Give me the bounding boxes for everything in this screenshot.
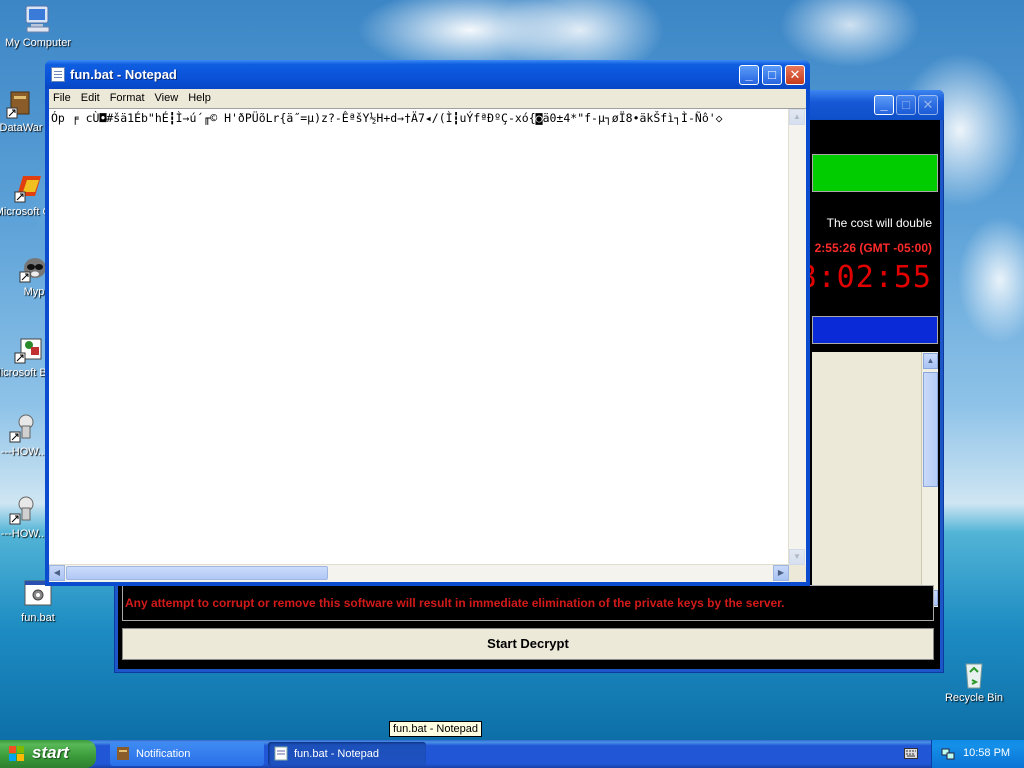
computer-icon	[22, 3, 54, 35]
menu-help[interactable]: Help	[184, 89, 217, 104]
tooltip: fun.bat - Notepad	[389, 721, 483, 737]
visual-basic-icon	[13, 333, 45, 365]
info-text-panel: ▲ ▼	[812, 352, 938, 607]
scroll-thumb[interactable]	[923, 372, 938, 487]
clock[interactable]: 10:58 PM	[963, 747, 1010, 759]
text-editor[interactable]: Óp ╒ cÙ◘#šä1Éb"hÉ┇Ì→ú´╓© H'ðPÜõLr{ä˝=µ)z…	[49, 108, 806, 582]
help-document-icon	[8, 412, 40, 444]
notepad-icon	[51, 67, 65, 82]
scroll-up-icon[interactable]: ▲	[789, 109, 805, 125]
taskbar-item-notepad[interactable]: fun.bat - Notepad	[268, 742, 426, 766]
menu-format[interactable]: Format	[106, 89, 151, 104]
recycle-bin-icon	[958, 658, 990, 690]
notepad-window[interactable]: fun.bat - Notepad _ □ ✕ File Edit Format Vi…	[45, 60, 810, 586]
notepad-icon	[274, 746, 288, 761]
desktop-icon-recycle-bin[interactable]: Recycle Bin	[936, 658, 1012, 705]
editor-content[interactable]: Óp ╒ cÙ◘#šä1Éb"hÉ┇Ì→ú´╓© H'ðPÜõLr{ä˝=µ)z…	[51, 111, 786, 125]
desktop-icon-label: fun.bat	[21, 612, 55, 624]
system-tray: 10:58 PM	[931, 740, 1024, 768]
menu-bar: File Edit Format View Help	[49, 89, 806, 107]
resize-grip[interactable]	[789, 565, 806, 582]
desktop: My Computer DataWar Microsoft C++ Myp ic…	[0, 0, 1024, 740]
windows-logo-icon	[9, 746, 25, 762]
desktop-icon-label: My Computer	[4, 37, 72, 49]
keyboard-icon[interactable]	[904, 748, 918, 759]
close-button[interactable]: ✕	[918, 95, 938, 115]
visual-cpp-icon	[13, 172, 45, 204]
info-vertical-scrollbar[interactable]: ▲ ▼	[921, 352, 938, 607]
maximize-button[interactable]: □	[896, 95, 916, 115]
program-icon	[5, 88, 37, 120]
scroll-right-icon[interactable]: ▶	[773, 565, 789, 581]
scroll-thumb[interactable]	[66, 566, 328, 580]
task-label: fun.bat - Notepad	[294, 748, 380, 760]
status-bar-green	[812, 154, 938, 192]
start-button[interactable]: start	[0, 740, 96, 768]
network-icon[interactable]	[941, 747, 955, 761]
desktop-icon-my-computer[interactable]: My Computer	[0, 3, 76, 50]
minimize-button[interactable]: _	[874, 95, 894, 115]
warning-message: Any attempt to corrupt or remove this so…	[122, 585, 934, 621]
start-decrypt-button[interactable]: Start Decrypt	[122, 628, 934, 660]
window-title: fun.bat - Notepad	[70, 67, 177, 82]
maximize-button[interactable]: □	[762, 65, 782, 85]
status-bar-blue	[812, 316, 938, 344]
vertical-scrollbar[interactable]: ▲ ▼	[788, 109, 806, 565]
scroll-up-icon[interactable]: ▲	[923, 353, 938, 369]
cost-text: The cost will double	[826, 216, 932, 230]
menu-file[interactable]: File	[49, 89, 77, 104]
taskbar: start Notification fun.bat - Notepad 10:…	[0, 740, 1024, 768]
menu-edit[interactable]: Edit	[77, 89, 106, 104]
horizontal-scrollbar[interactable]: ◀ ▶	[49, 564, 789, 582]
minimize-button[interactable]: _	[739, 65, 759, 85]
menu-view[interactable]: View	[151, 89, 185, 104]
deadline-text: 2:55:26 (GMT -05:00)	[814, 241, 932, 255]
notepad-titlebar[interactable]: fun.bat - Notepad _ □ ✕	[45, 60, 810, 89]
help-document-icon	[8, 494, 40, 526]
scroll-left-icon[interactable]: ◀	[49, 565, 65, 581]
task-label: Notification	[136, 748, 191, 760]
close-button[interactable]: ✕	[785, 65, 805, 85]
notepad-client: File Edit Format View Help Óp ╒ cÙ◘#šä1Éb"hÉ…	[49, 89, 806, 582]
program-icon	[117, 747, 129, 760]
scroll-down-icon[interactable]: ▼	[789, 549, 805, 565]
start-label: start	[32, 743, 69, 762]
desktop-icon-label: Recycle Bin	[944, 692, 1004, 704]
taskbar-item-notification[interactable]: Notification	[110, 742, 264, 766]
